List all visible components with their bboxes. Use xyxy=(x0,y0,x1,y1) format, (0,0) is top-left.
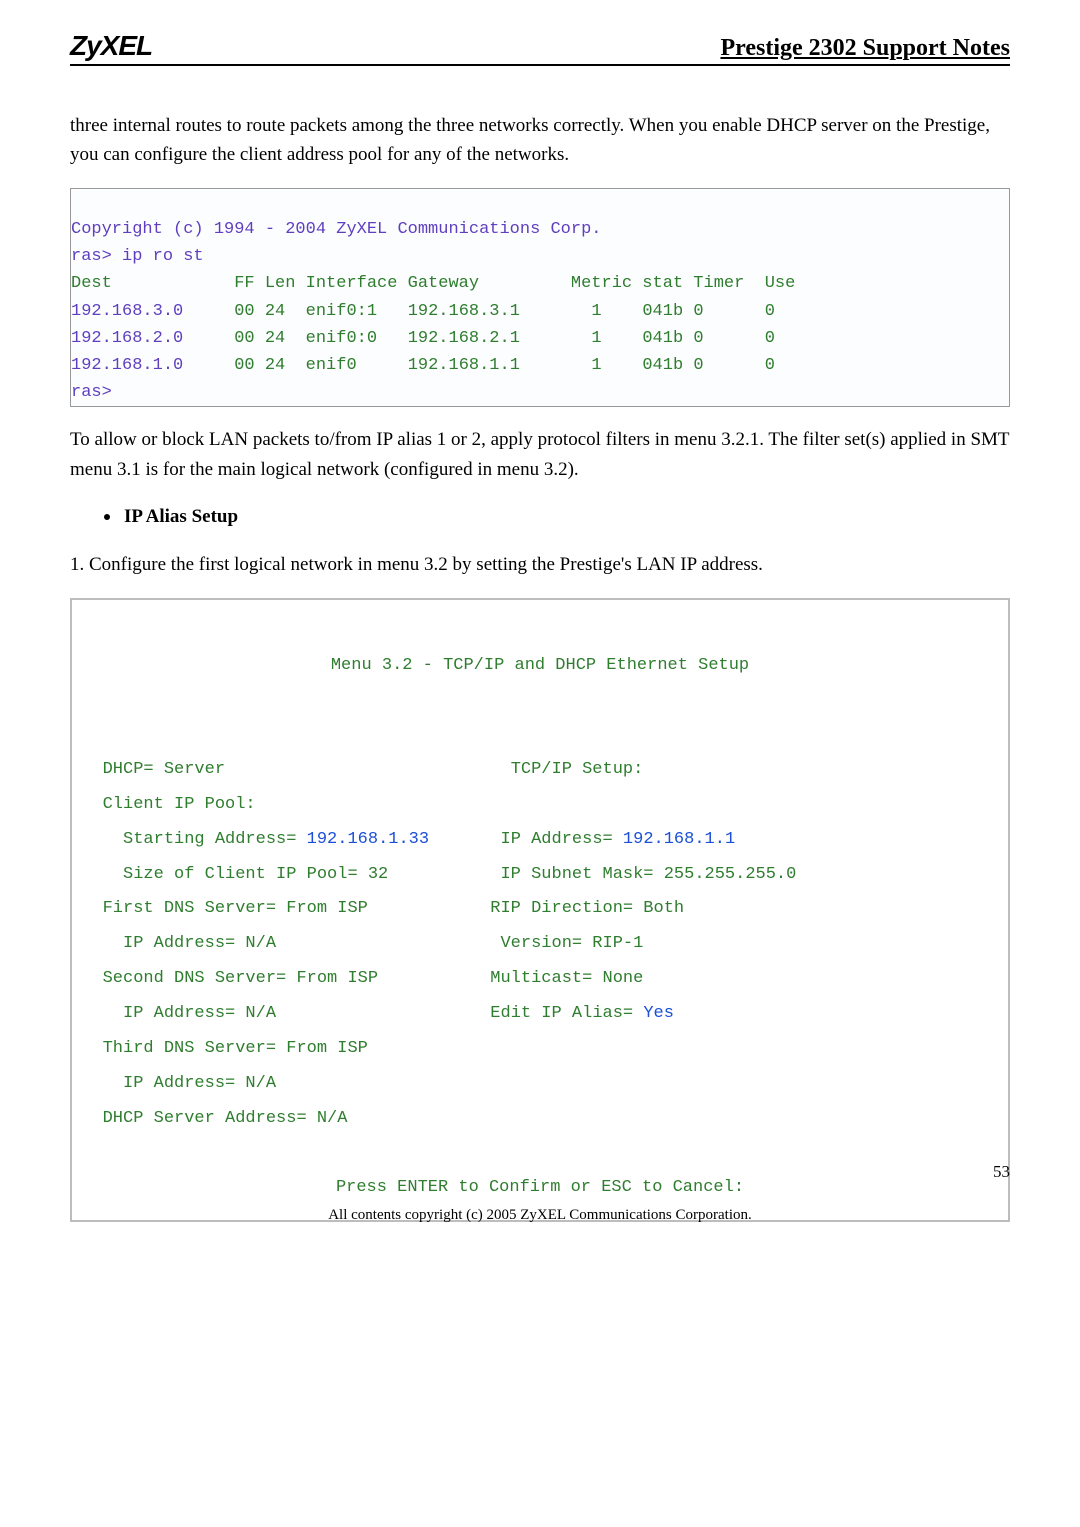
logo: ZyXEL xyxy=(70,30,152,62)
starting-address-field: Starting Address= 192.168.1.33 xyxy=(123,830,429,849)
second-dns-field: Second DNS Server= From ISP xyxy=(103,969,378,988)
table-row: 192.168.3.0 00 24 enif0:1 192.168.3.1 1 … xyxy=(71,302,775,321)
table-row: 192.168.1.0 00 24 enif0 192.168.1.1 1 04… xyxy=(71,356,775,375)
multicast-field: Multicast= None xyxy=(490,969,643,988)
ip-address-na: IP Address= N/A xyxy=(123,934,276,953)
pool-size-field: Size of Client IP Pool= 32 xyxy=(123,865,388,884)
bullet-icon xyxy=(104,514,110,520)
table-header: Dest FF Len Interface Gateway Metric sta… xyxy=(71,274,795,293)
edit-ip-alias-field: Edit IP Alias= Yes xyxy=(490,1004,674,1023)
ip-address-field: IP Address= 192.168.1.1 xyxy=(501,830,736,849)
ip-address-na: IP Address= N/A xyxy=(123,1004,276,1023)
page-number: 53 xyxy=(993,1162,1010,1182)
press-enter-prompt: Press ENTER to Confirm or ESC to Cancel: xyxy=(72,1171,1008,1206)
page-header: ZyXEL Prestige 2302 Support Notes xyxy=(70,30,1010,66)
table-row: 192.168.2.0 00 24 enif0:0 192.168.2.1 1 … xyxy=(71,329,775,348)
first-dns-field: First DNS Server= From ISP xyxy=(103,899,368,918)
tcpip-label: TCP/IP Setup: xyxy=(511,760,644,779)
rip-direction-field: RIP Direction= Both xyxy=(490,899,684,918)
page-title: Prestige 2302 Support Notes xyxy=(720,35,1010,62)
command-line: ras> ip ro st xyxy=(71,247,204,266)
paragraph-step1: 1. Configure the first logical network i… xyxy=(70,550,1010,579)
menu-title: Menu 3.2 - TCP/IP and DHCP Ethernet Setu… xyxy=(72,649,1008,684)
copyright-line: Copyright (c) 1994 - 2004 ZyXEL Communic… xyxy=(71,220,602,239)
client-pool-label: Client IP Pool: xyxy=(103,795,256,814)
dhcp-field: DHCP= Server xyxy=(103,760,225,779)
routing-table-output: Copyright (c) 1994 - 2004 ZyXEL Communic… xyxy=(70,188,1010,408)
dhcp-server-address-field: DHCP Server Address= N/A xyxy=(103,1109,348,1128)
ip-address-na: IP Address= N/A xyxy=(123,1074,276,1093)
paragraph-intro: three internal routes to route packets a… xyxy=(70,111,1010,170)
footer-copyright: All contents copyright (c) 2005 ZyXEL Co… xyxy=(0,1207,1080,1224)
menu-3-2: Menu 3.2 - TCP/IP and DHCP Ethernet Setu… xyxy=(70,598,1010,1222)
prompt-line: ras> xyxy=(71,383,112,402)
third-dns-field: Third DNS Server= From ISP xyxy=(103,1039,368,1058)
version-field: Version= RIP-1 xyxy=(500,934,643,953)
bullet-label: IP Alias Setup xyxy=(124,506,238,528)
paragraph-filters: To allow or block LAN packets to/from IP… xyxy=(70,425,1010,484)
subnet-mask-field: IP Subnet Mask= 255.255.255.0 xyxy=(500,865,796,884)
bullet-ip-alias-setup: IP Alias Setup xyxy=(104,506,1010,528)
